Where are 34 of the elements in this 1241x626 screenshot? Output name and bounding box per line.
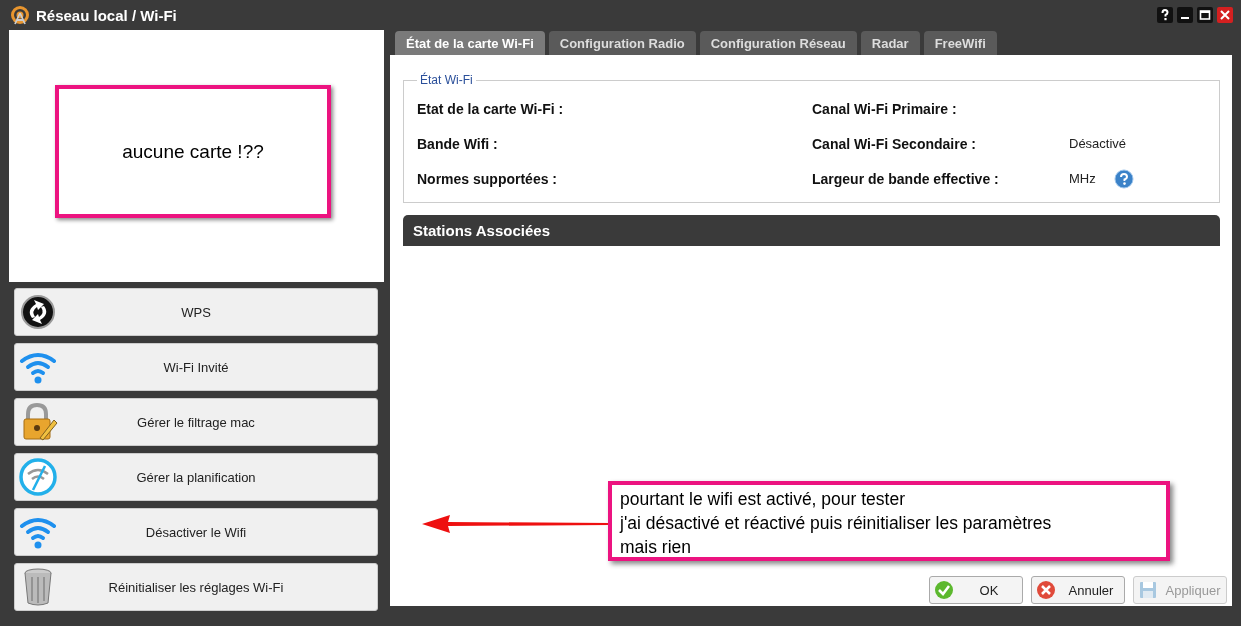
- card-note: aucune carte !??: [55, 85, 331, 218]
- field-label: Etat de la carte Wi-Fi :: [417, 100, 564, 117]
- tab[interactable]: Configuration Radio: [548, 31, 696, 55]
- tab[interactable]: Radar: [860, 31, 920, 55]
- close-icon[interactable]: [1217, 7, 1233, 23]
- annotation-note: pourtant le wifi est activé, pour tester j'ai désactivé et réactivé puis réinitialiser les paramètres mais rien: [608, 481, 1170, 561]
- field-label: Canal Wi-Fi Secondaire :: [812, 135, 977, 152]
- dialog-button[interactable]: Annuler: [1031, 576, 1125, 604]
- check-icon: [934, 580, 954, 600]
- sync-arrows-icon: [18, 292, 58, 332]
- action-button[interactable]: Désactiver le Wifi: [14, 508, 378, 556]
- action-button[interactable]: Wi-Fi Invité: [14, 343, 378, 391]
- help-icon[interactable]: [1157, 7, 1173, 23]
- tab[interactable]: FreeWifi: [923, 31, 997, 55]
- minimize-icon[interactable]: [1177, 7, 1193, 23]
- tab[interactable]: Configuration Réseau: [699, 31, 857, 55]
- tab[interactable]: État de la carte Wi-Fi: [395, 31, 545, 55]
- action-button[interactable]: WPS: [14, 288, 378, 336]
- field-label: Normes supportées :: [417, 170, 558, 187]
- field-value: Désactivé: [1069, 136, 1127, 151]
- field-label: Largeur de bande effective :: [812, 170, 1000, 187]
- field-value: MHz: [1069, 171, 1096, 186]
- field-label: Bande Wifi :: [417, 135, 498, 152]
- field-label: Canal Wi-Fi Primaire :: [812, 100, 958, 117]
- action-button[interactable]: Gérer la planification: [14, 453, 378, 501]
- dialog-button[interactable]: OK: [929, 576, 1023, 604]
- group-legend: État Wi-Fi: [417, 73, 476, 87]
- maximize-icon[interactable]: [1197, 7, 1213, 23]
- action-button[interactable]: Gérer le filtrage mac: [14, 398, 378, 446]
- action-button[interactable]: Réinitialiser les réglages Wi-Fi: [14, 563, 378, 611]
- antenna-icon: [10, 5, 30, 25]
- cancel-icon: [1036, 580, 1056, 600]
- window-title: Réseau local / Wi-Fi: [36, 6, 177, 24]
- section-header: Stations Associées: [403, 215, 1220, 246]
